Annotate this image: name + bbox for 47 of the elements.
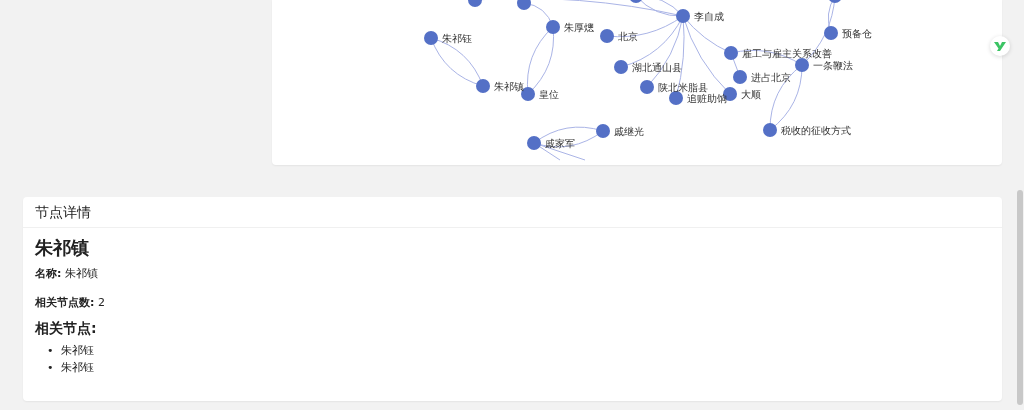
graph-node[interactable]	[763, 123, 777, 137]
node-label: 进占北京	[751, 71, 791, 83]
graph-node[interactable]	[600, 29, 614, 43]
node-label: 朱祁钰	[442, 32, 472, 44]
node-label: 预备仓	[842, 27, 872, 39]
graph-node[interactable]	[527, 136, 541, 150]
graph-node[interactable]	[676, 9, 690, 23]
node-label: 一条鞭法	[813, 59, 853, 71]
graph-node[interactable]	[824, 26, 838, 40]
graph-node[interactable]	[669, 91, 683, 105]
detail-field: 名称: 朱祁镇	[35, 266, 990, 281]
node-label: 皇位	[539, 88, 559, 100]
node-label: 戚家军	[545, 137, 575, 149]
graph-node[interactable]	[629, 0, 643, 3]
node-label: 陕北米脂县	[658, 81, 708, 93]
node-label: 湖北通山县	[632, 61, 682, 73]
detail-field: 相关节点数: 2	[35, 295, 990, 310]
node-label: 税收的征收方式	[781, 124, 851, 136]
related-node-item: 朱祁钰	[60, 343, 94, 359]
node-label: 北京	[618, 30, 638, 42]
node-label: 朱厚熜	[564, 21, 594, 33]
node-label: 朱祁镇	[494, 80, 524, 92]
graph-node[interactable]	[795, 58, 809, 72]
node-label: 戚继光	[614, 125, 644, 137]
node-label: 李自成	[694, 10, 724, 22]
graph-node[interactable]	[640, 80, 654, 94]
panel-title: 节点详情	[35, 204, 91, 220]
graph-node[interactable]	[468, 0, 482, 7]
graph-node[interactable]	[596, 124, 610, 138]
graph-node[interactable]	[724, 46, 738, 60]
related-heading: 相关节点:	[35, 320, 98, 338]
v-logo-icon	[994, 41, 1006, 51]
list-bullet: •	[47, 360, 54, 376]
graph-node[interactable]	[828, 0, 842, 3]
related-node-item: 朱祁钰	[60, 360, 94, 376]
graph-node[interactable]	[614, 60, 628, 74]
list-bullet: •	[47, 343, 54, 359]
graph-node[interactable]	[476, 79, 490, 93]
node-name-heading: 朱祁镇	[35, 236, 90, 260]
graph-node[interactable]	[733, 70, 747, 84]
graph-node[interactable]	[517, 0, 531, 10]
scrollbar-thumb[interactable]	[1017, 190, 1023, 405]
graph-node[interactable]	[546, 20, 560, 34]
node-label: 大顺	[741, 88, 761, 100]
graph-node[interactable]	[424, 31, 438, 45]
node-label: 雇工与雇主关系改善	[742, 47, 832, 59]
node-label: 追赃助饷	[687, 92, 727, 104]
